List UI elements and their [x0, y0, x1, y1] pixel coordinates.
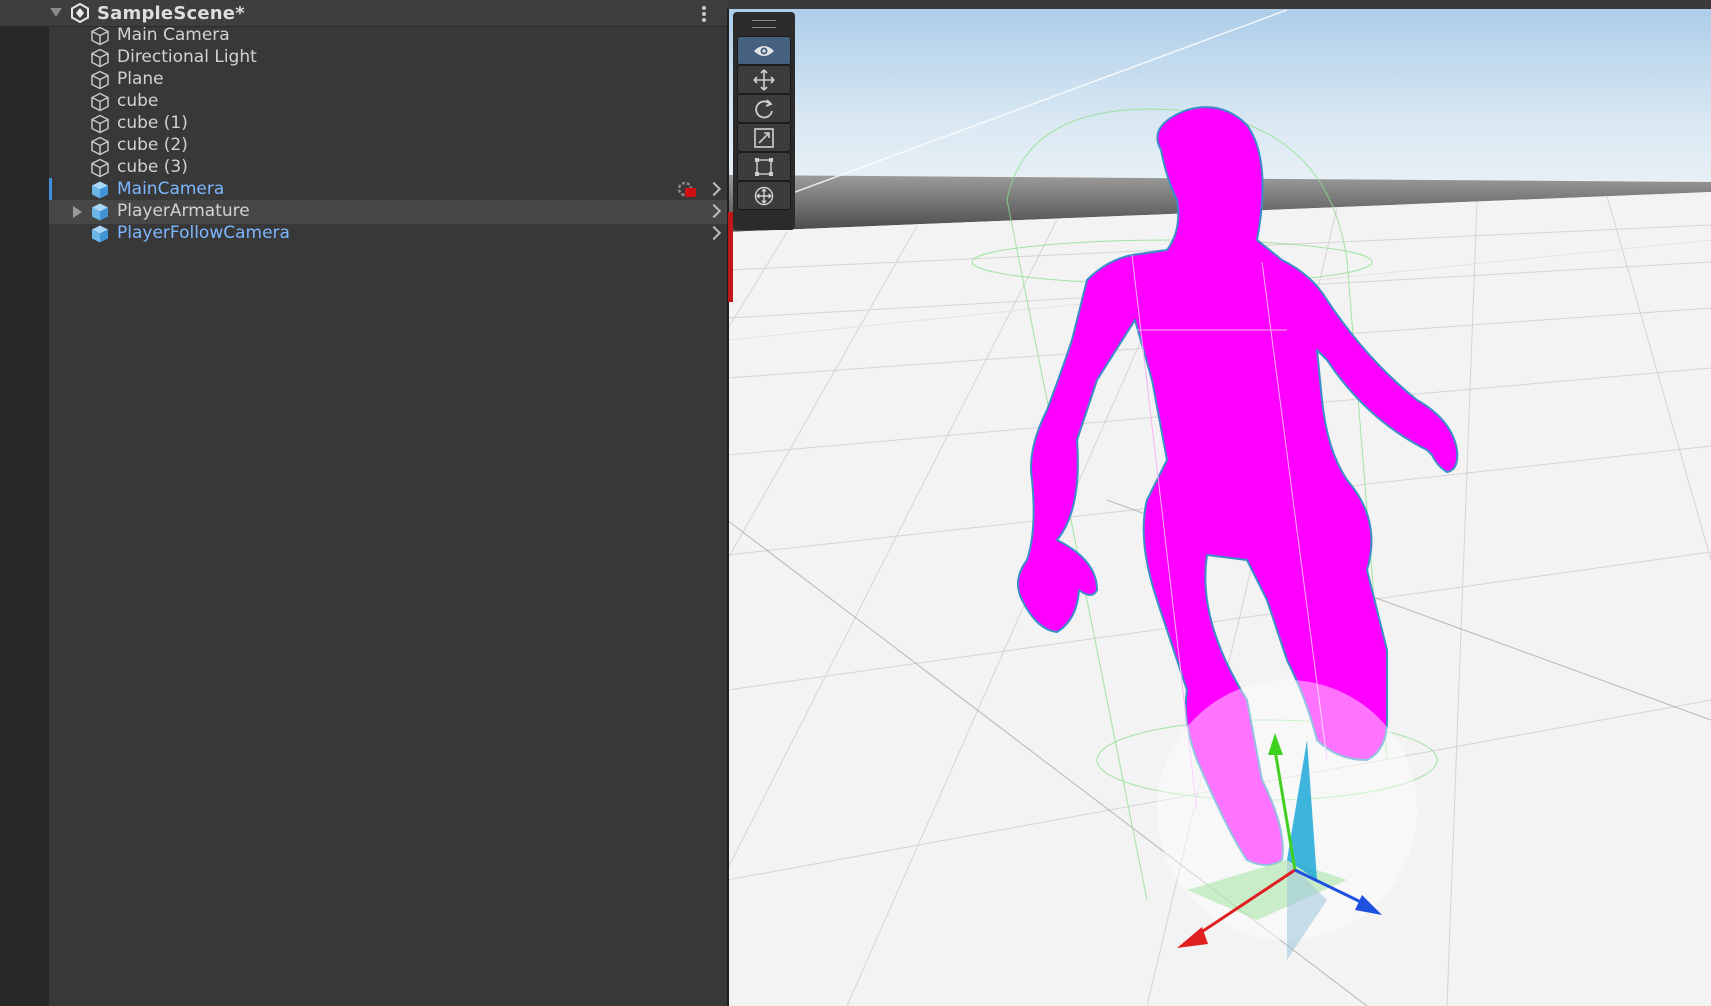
hierarchy-item-cube[interactable]: cube: [49, 90, 727, 114]
expand-arrow-icon[interactable]: [73, 206, 82, 218]
gameobject-cube-icon: [91, 26, 109, 46]
hierarchy-item-label: PlayerFollowCamera: [117, 223, 290, 243]
hierarchy-item-playerarmature-prefab[interactable]: PlayerArmature: [49, 200, 727, 224]
gameobject-cube-icon: [91, 114, 109, 134]
hierarchy-item-cube-1[interactable]: cube (1): [49, 112, 727, 136]
hierarchy-item-cube-2[interactable]: cube (2): [49, 134, 727, 158]
view-tool-button[interactable]: [737, 36, 791, 65]
unity-scene-icon: [71, 3, 89, 23]
scale-tool-icon: [754, 127, 774, 148]
tool-palette: [733, 12, 795, 230]
hierarchy-item-plane[interactable]: Plane: [49, 68, 727, 92]
hierarchy-item-label: MainCamera: [117, 179, 225, 199]
scene-viewport[interactable]: [727, 0, 1711, 1006]
modified-marker: [49, 178, 52, 200]
scene-title: SampleScene*: [97, 3, 245, 24]
hierarchy-item-label: cube (1): [117, 113, 188, 133]
rotate-tool-icon: [755, 98, 773, 118]
missing-script-warning-icon[interactable]: [677, 180, 697, 200]
hierarchy-item-label: cube (3): [117, 157, 188, 177]
move-tool-button[interactable]: [737, 65, 791, 94]
collapse-arrow-icon[interactable]: [50, 8, 62, 17]
gameobject-cube-icon: [91, 158, 109, 178]
palette-drag-handle[interactable]: [752, 20, 776, 28]
open-prefab-chevron-icon[interactable]: [706, 181, 722, 197]
hierarchy-item-label: Main Camera: [117, 25, 230, 45]
scene-root-row[interactable]: SampleScene*: [0, 0, 727, 27]
rotate-tool-button[interactable]: [737, 94, 791, 123]
hierarchy-item-label: Plane: [117, 69, 164, 89]
view-tool-icon: [754, 45, 774, 56]
transform-tool-icon: [754, 186, 774, 205]
prefab-cube-icon: [92, 225, 108, 243]
open-prefab-chevron-icon[interactable]: [706, 225, 722, 241]
move-tool-icon: [753, 68, 775, 91]
hierarchy-panel: SampleScene* Main Camera Directional Lig…: [0, 0, 727, 1006]
hierarchy-item-label: Directional Light: [117, 47, 257, 67]
hierarchy-item-label: cube: [117, 91, 159, 111]
scene-toolbar-strip: [727, 0, 1711, 9]
prefab-cube-icon: [92, 181, 108, 199]
rect-tool-button[interactable]: [737, 152, 791, 181]
gameobject-cube-icon: [91, 48, 109, 68]
hierarchy-item-cube-3[interactable]: cube (3): [49, 156, 727, 180]
hierarchy-item-main-camera[interactable]: Main Camera: [49, 24, 727, 48]
hierarchy-item-label: PlayerArmature: [117, 201, 250, 221]
more-options-icon[interactable]: [702, 6, 706, 22]
prefab-cube-icon: [92, 203, 108, 221]
rect-tool-icon: [755, 157, 773, 176]
hierarchy-item-maincamera-prefab[interactable]: MainCamera: [49, 178, 727, 202]
hierarchy-item-playerfollowcamera-prefab[interactable]: PlayerFollowCamera: [49, 222, 727, 246]
panel-divider[interactable]: [727, 0, 729, 1006]
hierarchy-item-directional-light[interactable]: Directional Light: [49, 46, 727, 70]
gameobject-cube-icon: [91, 70, 109, 90]
gameobject-cube-icon: [91, 92, 109, 112]
gameobject-cube-icon: [91, 136, 109, 156]
transform-tool-button[interactable]: [737, 181, 791, 210]
hierarchy-item-label: cube (2): [117, 135, 188, 155]
scene-view[interactable]: [727, 0, 1711, 1006]
hierarchy-gutter: [0, 0, 49, 1006]
open-prefab-chevron-icon[interactable]: [706, 203, 722, 219]
scale-tool-button[interactable]: [737, 123, 791, 152]
